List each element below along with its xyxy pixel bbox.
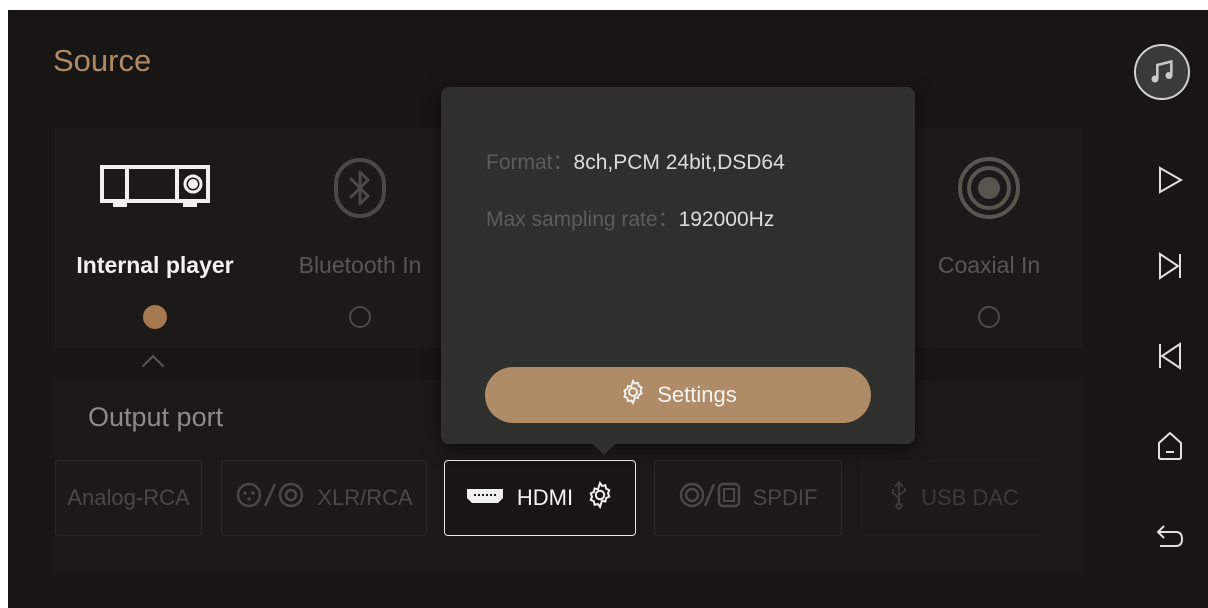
usb-icon (889, 480, 909, 516)
hdmi-info-popup: Format：8ch,PCM 24bit,DSD64 Max sampling … (441, 87, 915, 444)
internal-player-icon (55, 153, 255, 223)
settings-button[interactable]: Settings (485, 367, 871, 423)
back-icon[interactable] (1150, 516, 1190, 556)
source-radio[interactable] (349, 306, 371, 328)
source-coaxial-in[interactable]: Coaxial In (889, 128, 1089, 348)
source-radio[interactable] (978, 306, 1000, 328)
format-line: Format：8ch,PCM 24bit,DSD64 (486, 146, 785, 176)
sampling-rate-line: Max sampling rate：192000Hz (486, 203, 774, 233)
port-label: XLR/RCA (317, 485, 413, 510)
gear-icon[interactable] (585, 480, 615, 516)
port-label: SPDIF (752, 485, 818, 510)
next-icon[interactable] (1150, 246, 1190, 286)
sampling-rate-label: Max sampling rate： (486, 208, 679, 231)
format-label: Format： (486, 151, 574, 174)
port-xlr-rca[interactable]: XLR/RCA (221, 460, 427, 536)
port-label: Analog-RCA (67, 485, 190, 510)
hdmi-icon (465, 485, 505, 511)
settings-label: Settings (657, 382, 737, 407)
previous-icon[interactable] (1150, 336, 1190, 376)
coaxial-icon (889, 153, 1089, 223)
port-label: USB DAC (921, 485, 1019, 510)
chevron-up-icon[interactable] (141, 354, 165, 378)
format-value: 8ch,PCM 24bit,DSD64 (573, 151, 785, 174)
bluetooth-icon (260, 153, 460, 223)
port-usb-dac[interactable]: USB DAC (860, 460, 1048, 536)
home-icon[interactable] (1150, 426, 1190, 466)
source-radio-selected[interactable] (143, 305, 167, 329)
music-note-icon[interactable] (1134, 44, 1190, 100)
play-icon[interactable] (1150, 160, 1190, 200)
page-title: Source (53, 43, 152, 78)
popup-arrow (591, 442, 617, 455)
source-label: Coaxial In (937, 252, 1041, 278)
source-bluetooth-in[interactable]: Bluetooth In (260, 128, 460, 348)
xlr-rca-icon (235, 481, 305, 515)
port-hdmi[interactable]: HDMI (444, 460, 636, 536)
port-spdif[interactable]: SPDIF (654, 460, 842, 536)
source-label: Internal player (76, 252, 234, 278)
screen: Source Internal player Bluetooth In Coax… (8, 10, 1208, 608)
sampling-rate-value: 192000Hz (678, 208, 775, 231)
source-internal-player[interactable]: Internal player (55, 128, 255, 348)
source-label: Bluetooth In (298, 252, 422, 278)
spdif-icon (679, 482, 741, 514)
gear-icon (619, 378, 647, 412)
port-label: HDMI (516, 485, 574, 510)
output-port-title: Output port (88, 402, 224, 432)
port-analog-rca[interactable]: Analog-RCA (55, 460, 202, 536)
